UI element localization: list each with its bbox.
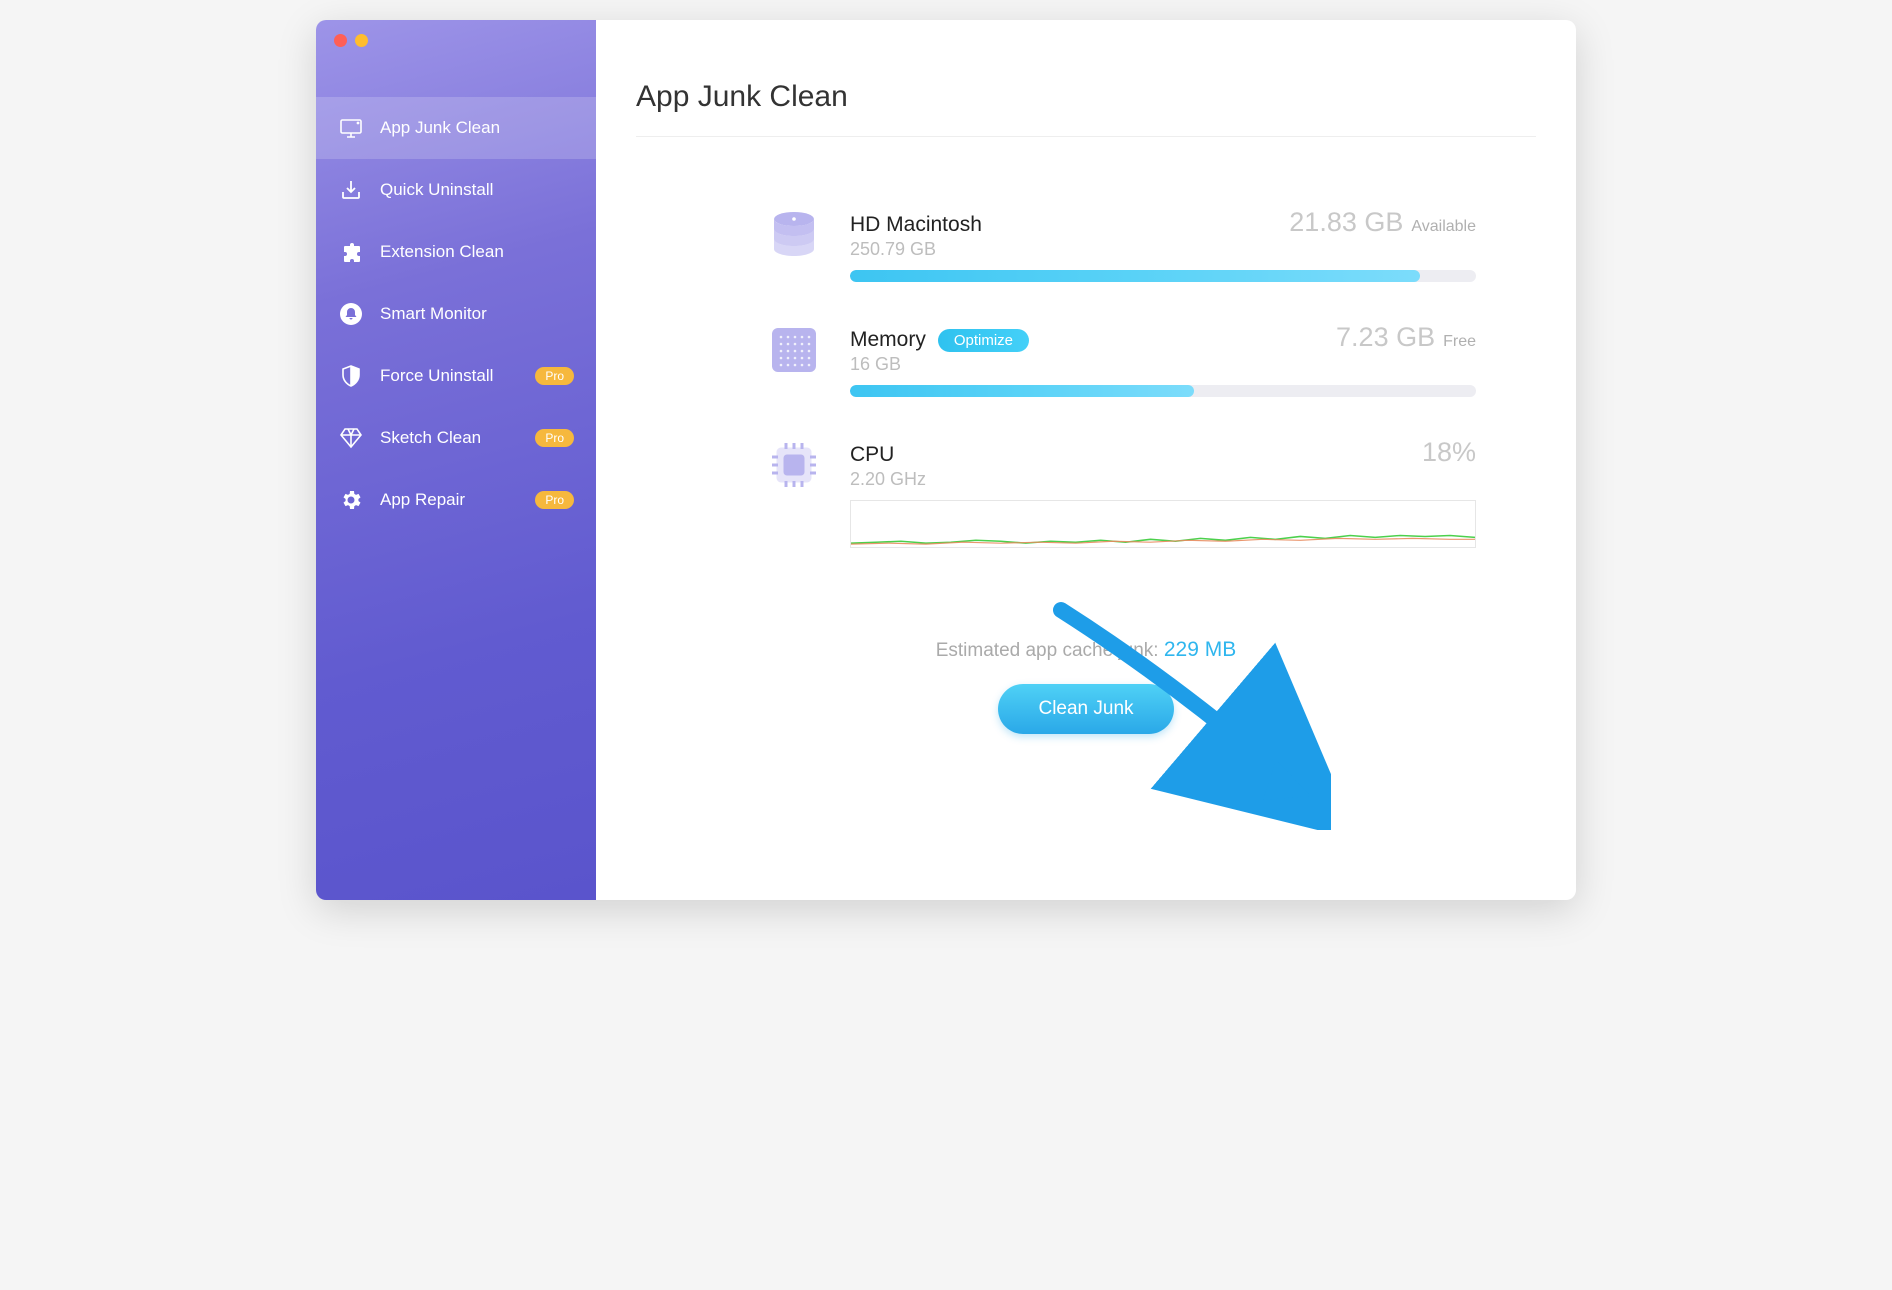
app-window: App Junk Clean Quick Uninstall Extension… [316,20,1576,900]
sidebar-item-smart-monitor[interactable]: Smart Monitor [316,283,596,345]
main-panel: App Junk Clean HD Macintosh 250.79 GB 21… [596,20,1576,900]
memory-title: Memory [850,328,926,352]
memory-icon [766,322,822,378]
cpu-icon [766,437,822,493]
monitor-clean-icon [338,115,364,141]
disk-total: 250.79 GB [850,239,982,260]
memory-free-value: 7.23 GB [1336,322,1435,353]
memory-usage-fill [850,385,1194,397]
bell-circle-icon [338,301,364,327]
sidebar-item-app-repair[interactable]: App Repair Pro [316,469,596,531]
disk-usage-bar [850,270,1476,282]
memory-total: 16 GB [850,354,1029,375]
gear-icon [338,487,364,513]
sidebar-item-force-uninstall[interactable]: Force Uninstall Pro [316,345,596,407]
cpu-chart [850,500,1476,548]
stats-section: HD Macintosh 250.79 GB 21.83 GB Availabl… [636,207,1536,548]
minimize-window-button[interactable] [355,34,368,47]
pro-badge: Pro [535,367,574,385]
sidebar-item-label: App Junk Clean [380,118,500,138]
shield-half-icon [338,363,364,389]
disk-available-value: 21.83 GB [1289,207,1403,238]
cpu-usage: 18% [1422,437,1476,468]
sidebar-item-extension-clean[interactable]: Extension Clean [316,221,596,283]
sidebar-item-label: Extension Clean [380,242,504,262]
disk-icon [766,207,822,263]
memory-usage-bar [850,385,1476,397]
disk-title: HD Macintosh [850,213,982,237]
cpu-stat: CPU 2.20 GHz 18% [766,437,1476,548]
sidebar-item-quick-uninstall[interactable]: Quick Uninstall [316,159,596,221]
estimate-label: Estimated app cache junk: [936,640,1159,661]
close-window-button[interactable] [334,34,347,47]
sidebar-item-label: Smart Monitor [380,304,487,324]
puzzle-icon [338,239,364,265]
disk-stat: HD Macintosh 250.79 GB 21.83 GB Availabl… [766,207,1476,282]
disk-usage-fill [850,270,1420,282]
download-box-icon [338,177,364,203]
pro-badge: Pro [535,491,574,509]
memory-stat: Memory Optimize 16 GB 7.23 GB Free [766,322,1476,397]
optimize-button[interactable]: Optimize [938,329,1029,352]
sidebar: App Junk Clean Quick Uninstall Extension… [316,20,596,900]
sidebar-nav: App Junk Clean Quick Uninstall Extension… [316,97,596,531]
diamond-icon [338,425,364,451]
sidebar-item-app-junk-clean[interactable]: App Junk Clean [316,97,596,159]
sidebar-item-sketch-clean[interactable]: Sketch Clean Pro [316,407,596,469]
sidebar-item-label: Force Uninstall [380,366,493,386]
sidebar-item-label: Sketch Clean [380,428,481,448]
memory-free-label: Free [1443,333,1476,351]
clean-junk-button[interactable]: Clean Junk [998,684,1173,734]
cpu-freq: 2.20 GHz [850,469,926,490]
sidebar-item-label: App Repair [380,490,465,510]
page-title: App Junk Clean [636,80,1536,137]
disk-available-label: Available [1411,218,1476,236]
sidebar-item-label: Quick Uninstall [380,180,493,200]
cpu-title: CPU [850,443,926,467]
estimate-text: Estimated app cache junk: 229 MB [636,638,1536,662]
window-controls [316,20,596,57]
pro-badge: Pro [535,429,574,447]
estimate-value: 229 MB [1164,638,1236,661]
